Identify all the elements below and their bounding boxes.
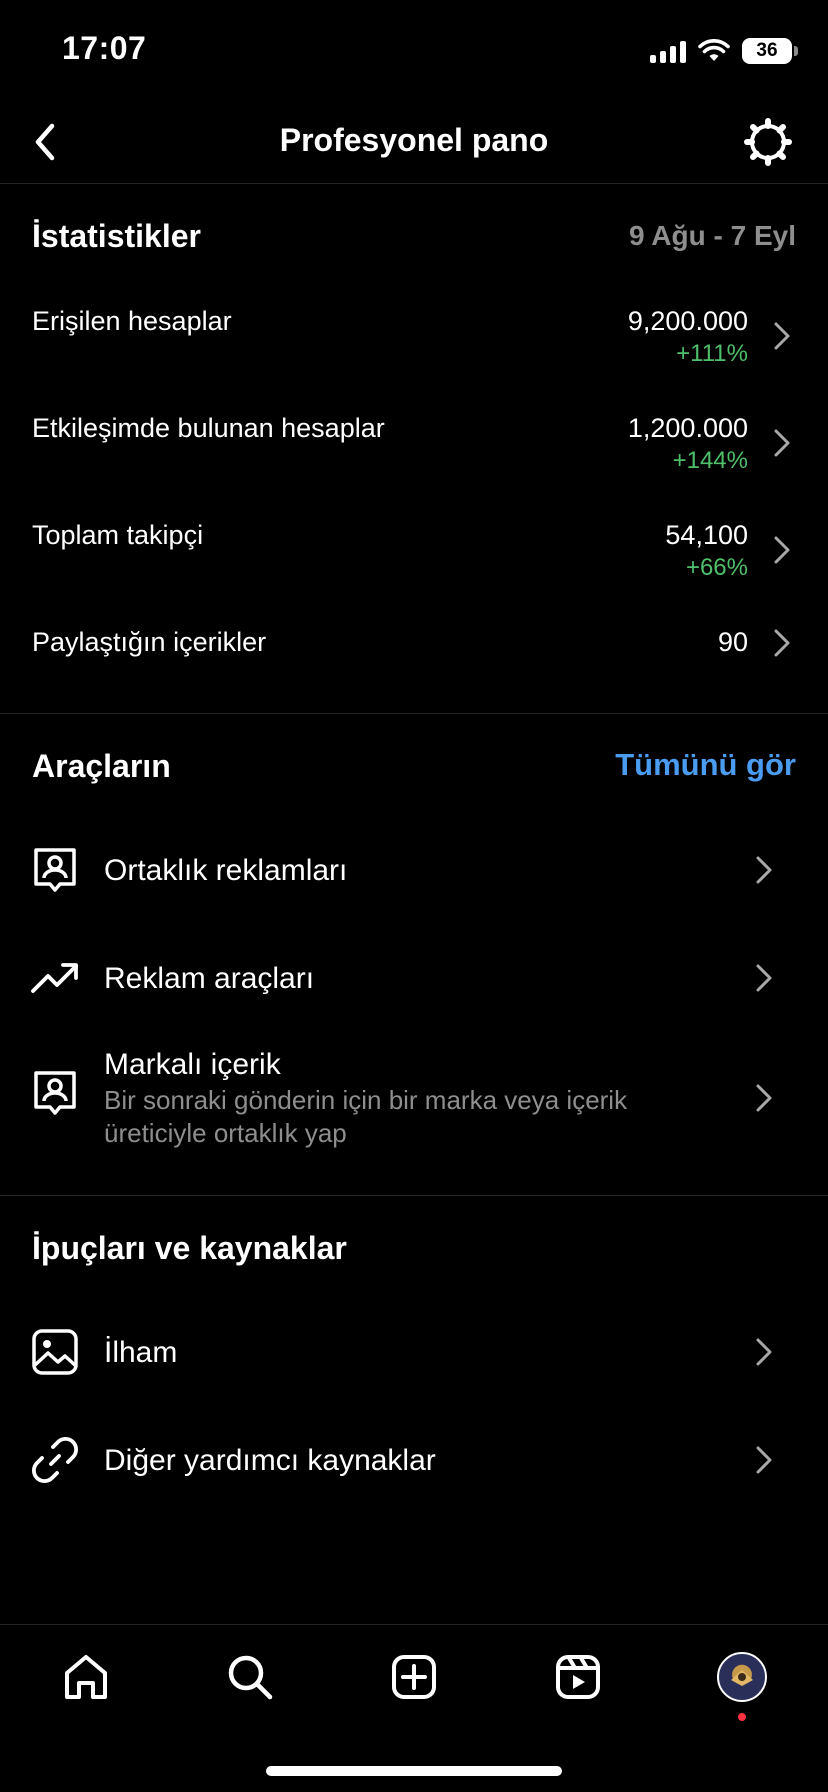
search-icon xyxy=(228,1655,273,1700)
chevron-right-icon xyxy=(774,629,790,657)
chevron-right-icon xyxy=(774,536,790,564)
person-badge-icon xyxy=(34,848,76,892)
battery-icon: 36 xyxy=(742,38,798,64)
stat-row-reached-accounts[interactable]: Erişilen hesaplar 9,200.000 +111% xyxy=(0,302,828,402)
stat-change: +66% xyxy=(685,554,748,581)
tool-label: Diğer yardımcı kaynaklar xyxy=(104,1444,436,1477)
status-time: 17:07 xyxy=(62,30,147,66)
stat-change: +144% xyxy=(672,447,748,474)
stat-value: 54,100 xyxy=(665,520,748,550)
stat-row-engaged-accounts[interactable]: Etkileşimde bulunan hesaplar 1,200.000 +… xyxy=(0,409,828,509)
stat-label: Toplam takipçi xyxy=(32,520,204,550)
stat-value: 90 xyxy=(717,627,748,657)
tool-subtitle: Bir sonraki gönderin için bir marka veya… xyxy=(104,1085,628,1148)
tool-label: Markalı içerik xyxy=(104,1048,281,1081)
avatar-emblem-icon xyxy=(731,1670,753,1686)
link-icon xyxy=(32,1437,78,1483)
stat-value: 1,200.000 xyxy=(627,413,748,443)
page-title: Profesyonel pano xyxy=(279,122,549,158)
status-bar: 17:07 36 xyxy=(0,0,828,100)
professional-dashboard-screen: 17:07 36 Profesyonel pano İstatistikler … xyxy=(0,0,828,1792)
stat-row-total-followers[interactable]: Toplam takipçi 54,100 +66% xyxy=(0,516,828,616)
stat-row-shared-content[interactable]: Paylaştığın içerikler 90 xyxy=(0,623,828,723)
person-badge-icon xyxy=(34,1071,76,1115)
chevron-right-icon xyxy=(756,1446,772,1474)
resources-section-title: İpuçları ve kaynaklar xyxy=(32,1230,347,1266)
chevron-right-icon xyxy=(756,1084,772,1112)
home-indicator xyxy=(266,1766,562,1776)
tab-create[interactable] xyxy=(384,1647,444,1707)
tool-label: Ortaklık reklamları xyxy=(104,854,348,887)
tool-row-branded-content[interactable]: Markalı içerik Bir sonraki gönderin için… xyxy=(0,1040,828,1160)
section-divider xyxy=(0,713,828,714)
trending-up-icon xyxy=(31,963,78,993)
stat-label: Etkileşimde bulunan hesaplar xyxy=(32,413,385,443)
stat-label: Erişilen hesaplar xyxy=(32,306,232,336)
tool-label: İlham xyxy=(104,1336,178,1369)
see-all-link[interactable]: Tümünü gör xyxy=(615,747,796,783)
profile-avatar xyxy=(717,1652,767,1702)
tab-profile[interactable] xyxy=(712,1647,772,1721)
stat-label: Paylaştığın içerikler xyxy=(32,627,267,657)
wifi-icon xyxy=(698,39,730,61)
chevron-right-icon xyxy=(774,429,790,457)
resource-row-other-resources[interactable]: Diğer yardımcı kaynaklar xyxy=(0,1420,828,1500)
image-icon xyxy=(32,1329,78,1375)
tool-row-ad-tools[interactable]: Reklam araçları xyxy=(0,938,828,1018)
add-post-icon xyxy=(392,1655,436,1699)
tab-search[interactable] xyxy=(220,1647,280,1707)
chevron-right-icon xyxy=(756,1338,772,1366)
tab-home[interactable] xyxy=(56,1647,116,1707)
section-divider xyxy=(0,1195,828,1196)
status-icons: 36 xyxy=(650,34,798,68)
top-header: Profesyonel pano xyxy=(0,100,828,184)
tab-reels[interactable] xyxy=(548,1647,608,1707)
tool-row-partnership-ads[interactable]: Ortaklık reklamları xyxy=(0,830,828,910)
resource-row-inspiration[interactable]: İlham xyxy=(0,1312,828,1392)
stat-value: 9,200.000 xyxy=(627,306,748,336)
tool-label: Reklam araçları xyxy=(104,962,315,995)
stat-change: +111% xyxy=(676,340,748,367)
home-icon xyxy=(65,1655,107,1699)
notification-dot xyxy=(738,1713,746,1721)
stats-section-title: İstatistikler xyxy=(32,218,201,254)
chevron-right-icon xyxy=(756,856,772,884)
gear-icon xyxy=(744,118,792,166)
settings-button[interactable] xyxy=(742,116,794,168)
cellular-signal-icon xyxy=(650,39,686,63)
tools-section-title: Araçların xyxy=(32,748,171,784)
chevron-right-icon xyxy=(756,964,772,992)
chevron-right-icon xyxy=(774,322,790,350)
reels-icon xyxy=(556,1655,600,1699)
date-range[interactable]: 9 Ağu - 7 Eyl xyxy=(629,220,796,252)
battery-level: 36 xyxy=(756,40,778,61)
